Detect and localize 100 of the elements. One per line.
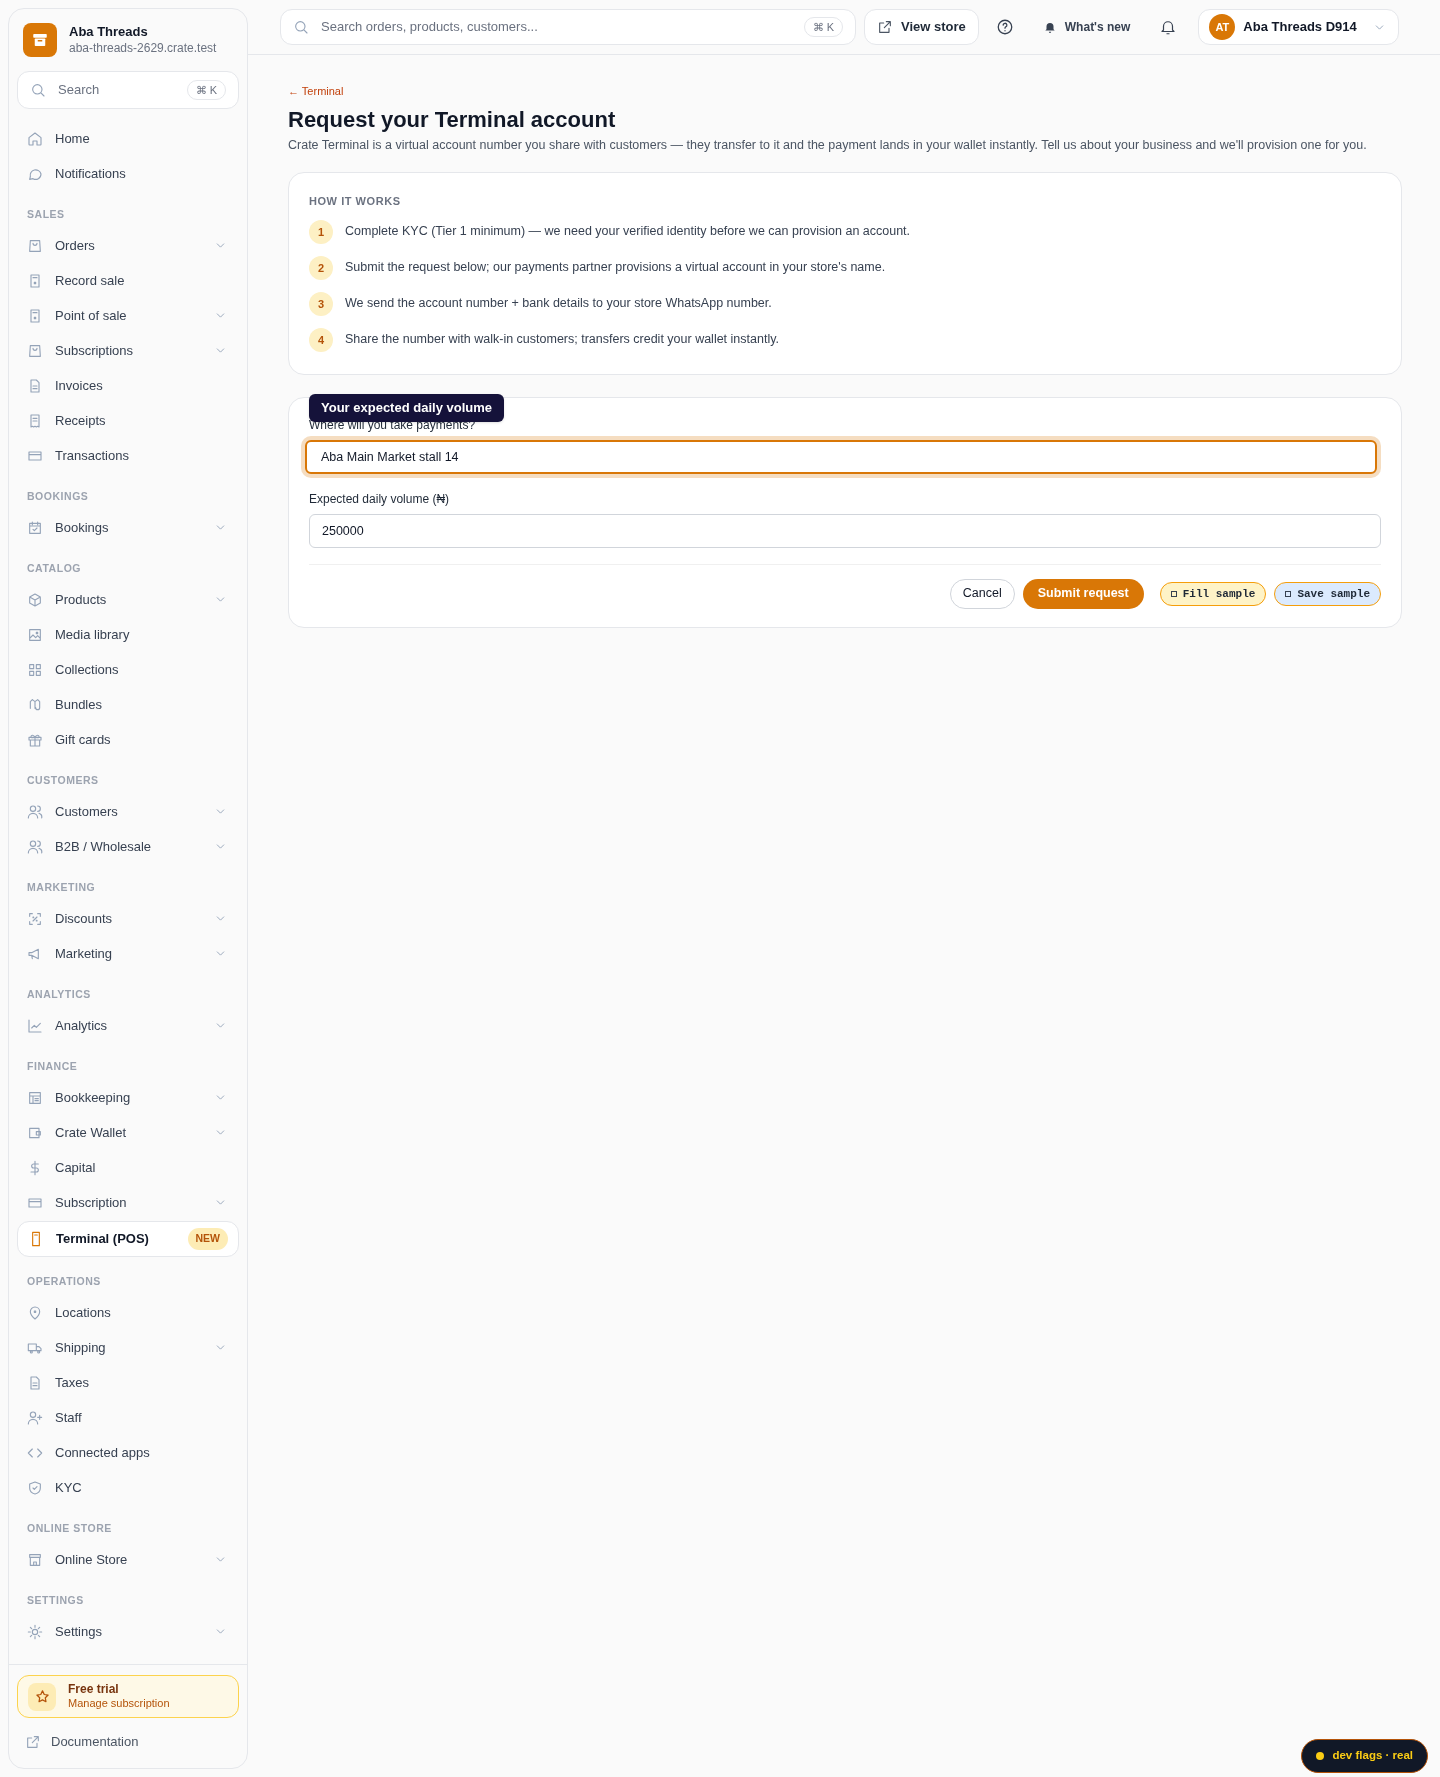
nav-item[interactable]: Subscriptions [17, 333, 239, 368]
section-heading: SALES [27, 207, 66, 221]
nav-item[interactable]: Analytics [17, 1008, 239, 1043]
page-title: Request your Terminal account [288, 105, 617, 134]
page-description: Crate Terminal is a virtual account number you share with customers — they transfer to it and the payment lands in your wallet instantly. Tell us about your business and we'll provision one for you. [288, 136, 1368, 154]
bell-icon [1042, 20, 1057, 34]
view-store-button[interactable]: View store [864, 9, 979, 45]
nav-item[interactable]: Home [17, 121, 239, 156]
search-field[interactable]: Search ⌘ K [17, 71, 239, 109]
nav-item[interactable]: Staff [17, 1400, 239, 1435]
back-link[interactable]: ← Terminal [288, 83, 1402, 100]
field-label: Expected daily volume (₦) [309, 490, 451, 508]
sample-button[interactable]: Fill sample [1159, 581, 1267, 606]
calendar-icon [27, 519, 43, 536]
document-icon [27, 1374, 43, 1391]
nav-item[interactable]: Point of sale [17, 298, 239, 333]
nav-item[interactable]: Record sale [17, 263, 239, 298]
nav-item[interactable]: Locations [17, 1295, 239, 1330]
chart-icon [27, 1017, 43, 1034]
nav-item[interactable]: Terminal (POS) NEW [17, 1221, 239, 1257]
step-number: 1 [309, 219, 333, 244]
step-text: Complete KYC (Tier 1 minimum) — we need your verified identity before we can provision an account. [345, 223, 911, 241]
nav-item[interactable]: Discounts [17, 901, 239, 936]
section-heading: CATALOG [27, 561, 83, 575]
shopping-bag-icon [27, 237, 43, 254]
section-heading: ONLINE STORE [27, 1521, 113, 1535]
whats-new-button[interactable]: What's new [1030, 9, 1143, 45]
nav-item[interactable]: Online Store [17, 1542, 239, 1577]
new-badge: NEW [187, 1228, 228, 1250]
nav-item[interactable]: Notifications [17, 156, 239, 191]
receipt-icon [27, 412, 43, 429]
section-heading: ANALYTICS [27, 987, 92, 1001]
shield-icon [27, 1479, 43, 1496]
nav-item[interactable]: Settings [17, 1614, 239, 1649]
users-icon [27, 838, 43, 855]
section-heading: OPERATIONS [27, 1274, 102, 1288]
nav-item[interactable]: Transactions [17, 438, 239, 473]
documentation-link[interactable]: Documentation [17, 1730, 239, 1754]
search-placeholder: Search orders, products, customers... [321, 18, 539, 37]
register-icon [27, 307, 43, 324]
cube-icon [27, 591, 43, 608]
store-name: Aba Threads [69, 24, 149, 41]
users-icon [27, 803, 43, 820]
section-heading: FINANCE [27, 1059, 79, 1073]
user-plus-icon [27, 1409, 43, 1426]
grid-icon [27, 661, 43, 678]
star-icon [28, 1682, 56, 1711]
nav-item[interactable]: Orders [17, 228, 239, 263]
nav-item[interactable]: Products [17, 582, 239, 617]
free-trial-card[interactable]: Free trial Manage subscription [17, 1675, 239, 1718]
image-icon [27, 626, 43, 643]
nav-item[interactable]: Marketing [17, 936, 239, 971]
logo-icon [23, 23, 57, 57]
dev-flags-pill[interactable]: dev flags · real [1301, 1739, 1428, 1773]
global-search-field[interactable]: Search orders, products, customers... ⌘ K [280, 9, 856, 45]
cancel-button[interactable]: Cancel [949, 578, 1015, 609]
step-number: 3 [309, 291, 333, 316]
section-heading: CUSTOMERS [27, 773, 100, 787]
nav-item[interactable]: Subscription [17, 1185, 239, 1220]
text-input[interactable]: Aba Main Market stall 14 [305, 439, 1377, 474]
nav-item[interactable]: Taxes [17, 1365, 239, 1400]
nav-item[interactable]: Shipping [17, 1330, 239, 1365]
pin-icon [27, 1304, 43, 1321]
nav-item[interactable]: Gift cards [17, 722, 239, 757]
discount-icon [27, 910, 43, 927]
section-heading: BOOKINGS [27, 489, 90, 503]
nav-item[interactable]: Bookkeeping [17, 1080, 239, 1115]
register-icon [27, 272, 43, 289]
search-icon [30, 82, 46, 98]
nav-item[interactable]: KYC [17, 1470, 239, 1505]
search-icon [293, 19, 309, 35]
trial-link: Manage subscription [68, 1697, 170, 1711]
nav-item[interactable]: Collections [17, 652, 239, 687]
step-text: Share the number with walk-in customers; transfers credit your wallet instantly. [345, 331, 779, 349]
nav-item[interactable]: Connected apps [17, 1435, 239, 1470]
card-heading: HOW IT WORKS [309, 194, 402, 210]
sample-button[interactable]: Save sample [1274, 581, 1381, 606]
avatar: AT [1209, 14, 1236, 40]
nav-item[interactable]: Receipts [17, 403, 239, 438]
section-heading: MARKETING [27, 880, 97, 894]
section-heading: SETTINGS [27, 1593, 85, 1607]
account-menu[interactable]: AT Aba Threads D914 [1198, 9, 1399, 45]
nav-item[interactable]: Invoices [17, 368, 239, 403]
nav-item[interactable]: Bundles [17, 687, 239, 722]
nav-item[interactable]: B2B / Wholesale [17, 829, 239, 864]
nav-item[interactable]: Capital [17, 1150, 239, 1185]
store-domain: aba-threads-2629.crate.test [69, 40, 217, 56]
trial-title: Free trial [68, 1682, 120, 1698]
shopping-bag-icon [27, 342, 43, 359]
text-input[interactable]: 250000 [309, 513, 1381, 548]
bell-icon [1159, 18, 1178, 36]
nav-item[interactable]: Media library [17, 617, 239, 652]
store-icon [27, 1551, 43, 1568]
home-icon [27, 130, 43, 147]
search-placeholder: Search [58, 81, 101, 100]
settings-icon [27, 1623, 43, 1640]
nav-item[interactable]: Customers [17, 794, 239, 829]
bundle-icon [27, 696, 43, 713]
nav-item[interactable]: Bookings [17, 510, 239, 545]
nav-item[interactable]: Crate Wallet [17, 1115, 239, 1150]
